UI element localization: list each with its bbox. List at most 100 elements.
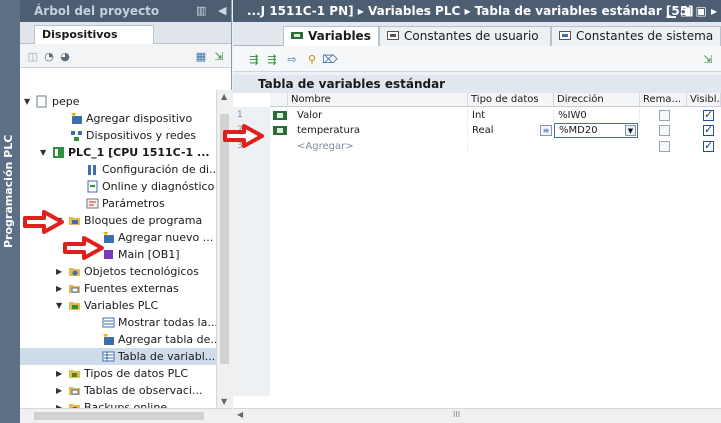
retain-checkbox[interactable] <box>659 110 670 121</box>
overview-icon[interactable]: ▦ <box>194 49 208 63</box>
header-remanencia[interactable]: Rema... <box>640 93 687 107</box>
tab-dispositivos[interactable]: Dispositivos <box>34 25 154 44</box>
tab-variables[interactable]: Variables <box>283 26 379 46</box>
project-tree-horizontal-scrollbar[interactable] <box>20 408 232 423</box>
tree-item-tabla-variables[interactable]: Tabla de variabl... <box>20 348 216 365</box>
cell-agregar[interactable]: <Agregar> <box>293 140 468 153</box>
scroll-left-icon[interactable]: ◀ <box>237 410 243 419</box>
tree-item-fuentes-externas[interactable]: ▶ Fuentes externas <box>20 280 216 297</box>
editor-horizontal-scrollbar[interactable]: ◀ III <box>233 408 721 423</box>
expanded-arrow-icon[interactable]: ▼ <box>56 297 65 314</box>
expand-icon[interactable]: ⇲ <box>701 52 715 66</box>
visible-checkbox[interactable] <box>703 139 714 152</box>
tia-portal-window: Programación PLC Árbol del proyecto ▥ ◀ … <box>0 0 721 423</box>
tree-item-plc1[interactable]: ▼ PLC_1 [CPU 1511C-1 ... <box>20 144 216 161</box>
tree-item-configuracion[interactable]: Configuración de di... <box>20 161 220 178</box>
tree-item-variables-plc[interactable]: ▼ Variables PLC <box>20 297 216 314</box>
folder-icon <box>69 217 80 225</box>
diagnostic-icon <box>87 180 98 193</box>
project-tree-title: Árbol del proyecto <box>34 4 160 18</box>
scroll-up-icon[interactable]: ▲ <box>221 92 227 101</box>
insert-row-icon[interactable]: ⇶ <box>247 52 261 66</box>
tree-item-label: Online y diagnóstico <box>102 180 215 193</box>
table-row[interactable]: 2 temperatura Real ≡ %MD20 ▼ <box>233 123 721 138</box>
user-constants-icon <box>387 31 399 40</box>
header-nombre[interactable]: Nombre <box>288 93 468 107</box>
export-icon[interactable]: ⇲ <box>212 49 226 63</box>
datatype-picker-icon[interactable]: ≡ <box>540 125 552 136</box>
tree-item-label: Bloques de programa <box>84 214 203 227</box>
visible-checkbox[interactable] <box>703 123 714 136</box>
tree-item-label: Dispositivos y redes <box>86 129 197 142</box>
tree-item-agregar-tabla[interactable]: Agregar tabla de... <box>20 331 221 348</box>
project-tree-title-bar: Árbol del proyecto ▥ ◀ <box>20 0 231 22</box>
retain-checkbox[interactable] <box>659 125 670 136</box>
tree-item-label: Variables PLC <box>84 299 159 312</box>
watch-table-icon <box>69 387 80 395</box>
tree-item-label: Main [OB1] <box>118 248 180 261</box>
cell-nombre[interactable]: temperatura <box>293 124 468 137</box>
export-icon[interactable]: ⇨ <box>285 52 299 66</box>
retain-checkbox[interactable] <box>659 141 670 152</box>
address-dropdown[interactable]: %MD20 ▼ <box>554 123 638 138</box>
table-row[interactable]: 1 Valor Int %IW0 <box>233 108 721 122</box>
tab-constantes-usuario[interactable]: Constantes de usuario <box>379 26 551 46</box>
dropdown-arrow-icon[interactable]: ▼ <box>625 125 636 136</box>
panel-layout-icon[interactable]: ▥ <box>196 0 206 22</box>
red-arrow-icon <box>223 124 264 148</box>
tree-item-label: Agregar dispositivo <box>86 112 193 125</box>
editor-breadcrumb: ...J 1511C-1 PN] ▸ Variables PLC ▸ Tabla… <box>247 4 694 18</box>
project-icon <box>36 95 47 108</box>
cell-direccion[interactable]: %IW0 <box>554 109 640 122</box>
visible-checkbox[interactable] <box>703 108 714 121</box>
tag-table-editor: ...J 1511C-1 PN] ▸ Variables PLC ▸ Tabla… <box>233 0 721 423</box>
cell-tipo[interactable]: Int <box>468 109 554 122</box>
header-visible[interactable]: Visibl... <box>687 93 721 107</box>
add-table-icon <box>103 334 114 345</box>
back-icon[interactable]: ◔ <box>42 49 56 63</box>
header-tipo-datos[interactable]: Tipo de datos <box>468 93 554 107</box>
collapsed-arrow-icon[interactable]: ▶ <box>56 280 65 297</box>
tree-item-label: Tablas de observaci... <box>84 384 203 397</box>
monitor-icon[interactable]: ⚲ <box>305 52 319 66</box>
expanded-arrow-icon[interactable]: ▼ <box>40 144 49 161</box>
tree-item-tipos-datos[interactable]: ▶ Tipos de datos PLC <box>20 365 216 382</box>
delete-icon[interactable]: ⌦ <box>322 52 338 66</box>
editor-title-bar: ...J 1511C-1 PN] ▸ Variables PLC ▸ Tabla… <box>233 0 721 22</box>
collapse-panel-icon[interactable]: ◀ <box>218 0 226 22</box>
add-row-icon[interactable]: ⇶ <box>265 52 279 66</box>
tab-constantes-sistema[interactable]: Constantes de sistema <box>551 26 721 46</box>
cell-nombre[interactable]: Valor <box>293 109 468 122</box>
table-row[interactable]: 3 <Agregar> <box>233 139 721 153</box>
collapsed-arrow-icon[interactable]: ▶ <box>56 263 65 280</box>
header-direccion[interactable]: Dirección <box>554 93 640 107</box>
tag-icon <box>273 126 287 135</box>
tree-item-dispositivos-redes[interactable]: Dispositivos y redes <box>20 127 216 144</box>
tree-item-mostrar-todas[interactable]: Mostrar todas la... <box>20 314 218 331</box>
scroll-grip[interactable]: III <box>453 410 460 419</box>
parameters-icon <box>86 198 99 209</box>
tag-table-grid: Nombre Tipo de datos Dirección Rema... V… <box>233 93 721 408</box>
tree-item-label: Mostrar todas la... <box>118 316 218 329</box>
address-dropdown-value: %MD20 <box>559 125 598 136</box>
expanded-arrow-icon[interactable]: ▼ <box>24 93 33 110</box>
scroll-down-icon[interactable]: ▼ <box>221 397 227 406</box>
scroll-thumb[interactable] <box>220 114 229 364</box>
tree-item-main-ob1[interactable]: Main [OB1] <box>20 246 216 263</box>
project-tree: ▼ pepe Agregar dispositivo Dispositivos … <box>20 90 221 414</box>
side-tab-programacion[interactable]: Programación PLC <box>0 0 20 423</box>
tree-item-objetos-tecnologicos[interactable]: ▶ Objetos tecnológicos <box>20 263 216 280</box>
tree-item-pepe[interactable]: ▼ pepe <box>20 93 216 110</box>
cell-tipo[interactable]: Real <box>468 124 538 137</box>
scroll-thumb[interactable] <box>34 412 204 420</box>
config-icon <box>88 165 96 175</box>
tree-item-tablas-observacion[interactable]: ▶ Tablas de observaci... <box>20 382 216 399</box>
tree-item-online-diagnostico[interactable]: Online y diagnóstico <box>20 178 216 195</box>
collapsed-arrow-icon[interactable]: ▶ <box>56 365 65 382</box>
forward-icon[interactable]: ◕ <box>58 49 72 63</box>
window-controls-icon[interactable]: ▁ ◨ ▣ ▸ <box>667 0 717 22</box>
tree-item-agregar-dispositivo[interactable]: Agregar dispositivo <box>20 110 216 127</box>
new-icon[interactable]: ◫ <box>26 49 40 63</box>
tree-item-label: Tabla de variabl... <box>118 350 216 363</box>
collapsed-arrow-icon[interactable]: ▶ <box>56 382 65 399</box>
